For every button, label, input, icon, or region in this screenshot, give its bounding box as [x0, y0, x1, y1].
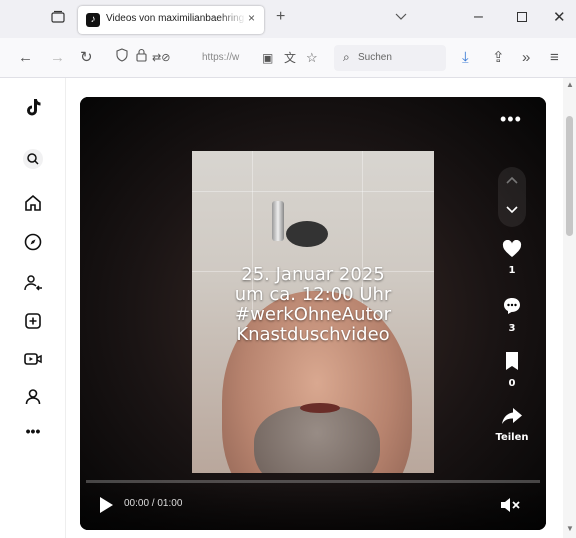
- comment-button[interactable]: 3: [494, 296, 530, 334]
- search-placeholder: Suchen: [358, 52, 392, 63]
- muted-speaker-icon: [501, 498, 520, 512]
- title-bar: ♪ Videos von maximilianbaehring × + – ✕: [0, 0, 576, 38]
- translate-icon[interactable]: 文: [284, 48, 296, 68]
- video-nav-pill: [498, 167, 526, 227]
- video-frame[interactable]: 25. Januar 2025 um ca. 12:00 Uhr #werkOh…: [192, 151, 434, 473]
- person-mouth: [300, 403, 340, 413]
- scroll-down-icon[interactable]: ▼: [566, 524, 574, 533]
- live-icon[interactable]: [20, 346, 46, 372]
- navigation-bar: ← → ↻ ⇄⊘ https://w ▣ 文 ☆ ⌕ Suchen ⤓ ⇪ » …: [0, 38, 576, 78]
- tab-close-icon[interactable]: ×: [248, 11, 255, 25]
- bookmark-icon: [506, 352, 518, 370]
- time-total: 01:00: [157, 498, 183, 509]
- like-count: 1: [508, 265, 516, 276]
- mute-button[interactable]: [500, 496, 522, 519]
- video-caption-overlay: 25. Januar 2025 um ca. 12:00 Uhr #werkOh…: [192, 265, 434, 345]
- new-tab-button[interactable]: +: [276, 8, 285, 26]
- active-tab[interactable]: ♪ Videos von maximilianbaehring ×: [78, 6, 264, 34]
- person-beard: [254, 406, 380, 473]
- share-icon[interactable]: ⇪: [492, 48, 505, 68]
- download-icon[interactable]: ⤓: [462, 48, 469, 68]
- player-controls: 00:00 / 01:00: [80, 480, 546, 530]
- profile-icon[interactable]: [20, 384, 46, 410]
- progress-bar[interactable]: [86, 480, 540, 483]
- following-icon[interactable]: [20, 270, 46, 296]
- play-button[interactable]: [98, 496, 114, 519]
- upload-icon[interactable]: [20, 308, 46, 334]
- chevron-down-icon[interactable]: [506, 203, 518, 217]
- scroll-thumb[interactable]: [566, 116, 573, 236]
- chevron-down-icon[interactable]: [395, 10, 407, 24]
- share-label: Teilen: [495, 432, 529, 443]
- chevron-up-icon[interactable]: [506, 173, 518, 187]
- search-bar[interactable]: ⌕ Suchen: [334, 45, 446, 71]
- url-bar[interactable]: ⇄⊘ https://w ▣ 文 ☆: [104, 45, 326, 71]
- tiktok-sidebar: •••: [0, 78, 66, 538]
- bookmark-star-icon[interactable]: ☆: [306, 48, 318, 68]
- caption-line-3: #werkOhneAutor: [235, 304, 391, 325]
- caption-line-1: 25. Januar 2025: [241, 264, 385, 285]
- time-current: 00:00: [124, 498, 150, 509]
- shower-head: [286, 221, 328, 247]
- maximize-button[interactable]: [517, 12, 527, 22]
- heart-icon: [502, 239, 522, 257]
- caption-line-2: um ca. 12:00 Uhr: [234, 284, 392, 305]
- minimize-button[interactable]: –: [474, 8, 483, 26]
- caption-line-4: Knastduschvideo: [236, 324, 390, 345]
- explore-icon[interactable]: [20, 229, 46, 255]
- home-icon[interactable]: [20, 190, 46, 216]
- like-button[interactable]: 1: [494, 239, 530, 276]
- video-player[interactable]: 25. Januar 2025 um ca. 12:00 Uhr #werkOh…: [80, 97, 546, 530]
- page-scrollbar[interactable]: ▲ ▼: [563, 78, 576, 538]
- tiktok-favicon-icon: ♪: [86, 13, 100, 27]
- share-button[interactable]: Teilen: [494, 407, 530, 443]
- more-menu-icon[interactable]: •••: [20, 418, 46, 444]
- share-arrow-icon: [502, 408, 522, 424]
- browser-window: ♪ Videos von maximilianbaehring × + – ✕ …: [0, 0, 576, 538]
- lock-icon[interactable]: [136, 48, 147, 68]
- picture-in-picture-icon[interactable]: ▣: [262, 48, 273, 68]
- close-window-button[interactable]: ✕: [553, 8, 566, 26]
- url-text[interactable]: https://w: [202, 52, 239, 63]
- menu-icon[interactable]: ≡: [550, 48, 559, 68]
- more-options-button[interactable]: •••: [500, 109, 522, 130]
- tab-title-fade: [218, 10, 246, 30]
- comment-count: 3: [508, 323, 516, 334]
- play-icon: [100, 497, 113, 513]
- tab-list-icon[interactable]: [48, 9, 68, 29]
- comment-icon: [504, 298, 520, 314]
- tile-grout: [192, 191, 434, 192]
- save-button[interactable]: 0: [494, 351, 530, 389]
- scroll-up-icon[interactable]: ▲: [566, 80, 574, 89]
- save-count: 0: [508, 378, 516, 389]
- forward-arrow-icon[interactable]: →: [50, 48, 65, 68]
- search-icon: ⌕: [343, 50, 350, 64]
- shield-icon[interactable]: [116, 48, 128, 68]
- tiktok-logo-icon[interactable]: [20, 94, 46, 120]
- permissions-icon[interactable]: ⇄⊘: [152, 48, 170, 68]
- search-icon[interactable]: [20, 146, 46, 172]
- shower-pipe: [272, 201, 284, 241]
- time-display: 00:00 / 01:00: [124, 498, 183, 509]
- reload-icon[interactable]: ↻: [80, 48, 93, 68]
- back-arrow-icon[interactable]: ←: [18, 48, 33, 68]
- overflow-chevron-icon[interactable]: »: [522, 48, 530, 68]
